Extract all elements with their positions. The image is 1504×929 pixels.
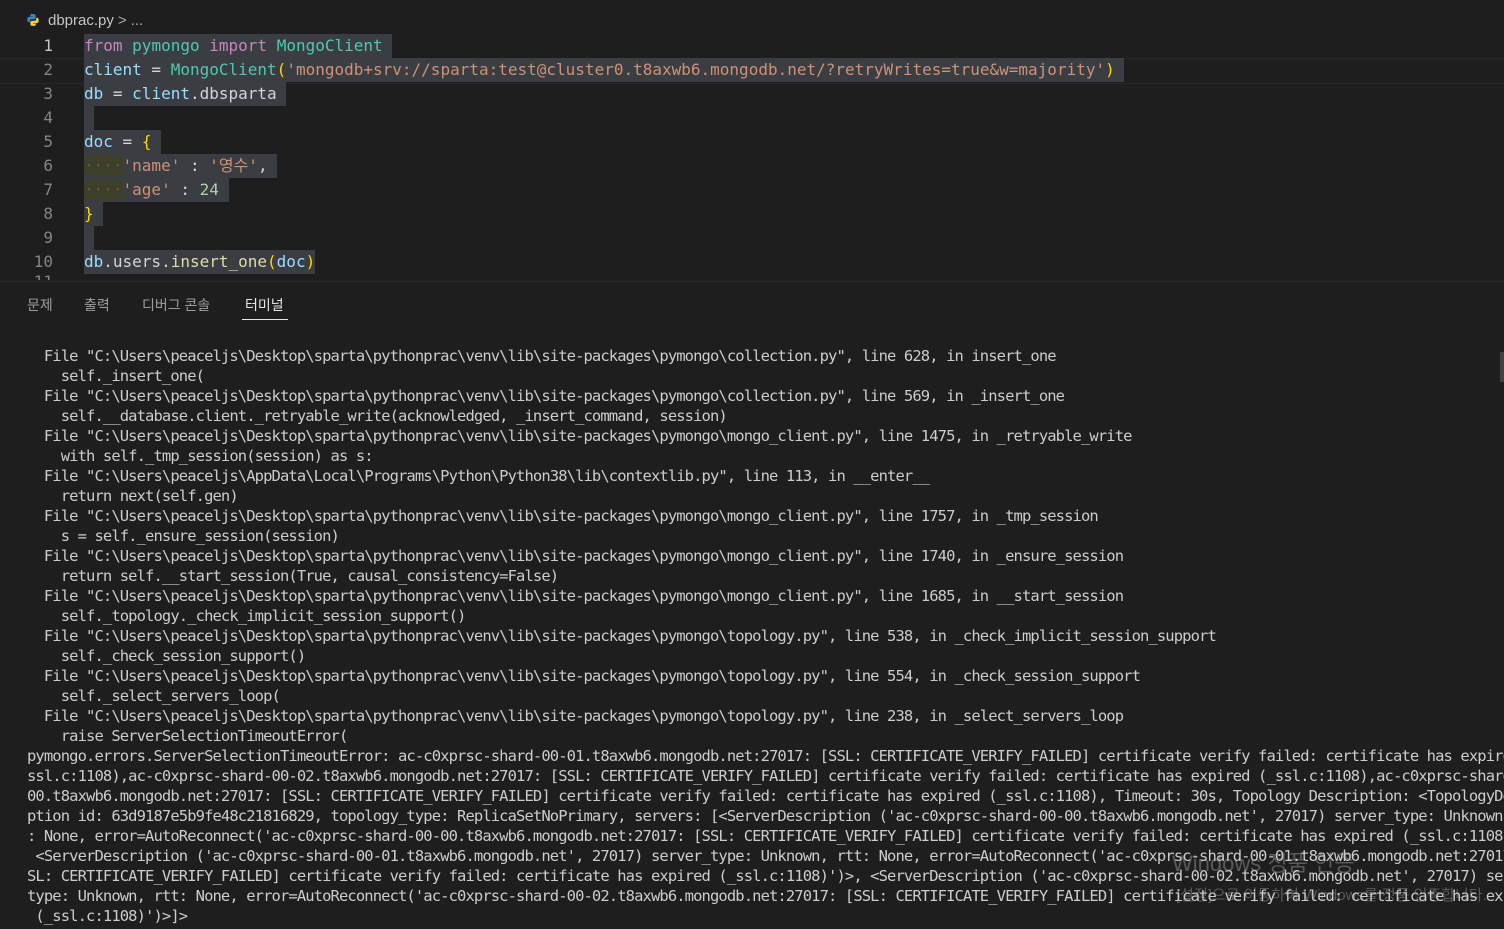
terminal-line: : None, error=AutoReconnect('ac-c0xprsc-… xyxy=(27,827,1504,845)
terminal-line: return self.__start_session(True, causal… xyxy=(27,567,559,585)
line-number: 2 xyxy=(43,60,53,79)
line-number: 6 xyxy=(43,156,53,175)
indent-guide: ···· xyxy=(84,156,123,175)
code-line-7[interactable]: 7 ····'age' : 24 xyxy=(0,178,1504,202)
tab-debug-console[interactable]: 디버그 콘솔 xyxy=(142,295,210,315)
terminal-line: self._topology._check_implicit_session_s… xyxy=(27,607,467,625)
keyword: from xyxy=(84,36,123,55)
line-number: 5 xyxy=(43,132,53,151)
code-line-11: 11 xyxy=(0,274,1504,280)
terminal-line: File "C:\Users\peaceljs\Desktop\sparta\p… xyxy=(27,347,1057,365)
line-number: 3 xyxy=(43,84,53,103)
python-file-icon xyxy=(27,14,39,26)
activation-watermark-subtitle: [설정]으로 이동하여 Windows를 정품 인증합니다. xyxy=(1176,887,1487,904)
module-name: pymongo xyxy=(132,36,200,55)
terminal-line: ssl.c:1108),ac-c0xprsc-shard-00-02.t8axw… xyxy=(27,767,1504,785)
terminal-line: File "C:\Users\peaceljs\Desktop\sparta\p… xyxy=(27,587,1124,605)
terminal-line: ption id: 63d9187e5b9fe48c21816829, topo… xyxy=(27,807,1504,825)
line-number: 9 xyxy=(43,228,53,247)
activation-watermark-title: Windows 정품 인증 xyxy=(1172,851,1355,876)
terminal-scrollbar[interactable] xyxy=(1500,352,1504,382)
tab-problems[interactable]: 문제 xyxy=(27,295,53,315)
line-number: 11 xyxy=(0,274,53,280)
chevron-right-icon: > xyxy=(117,11,127,29)
code-line-4[interactable]: 4 xyxy=(0,106,1504,130)
code-line-6[interactable]: 6 ····'name' : '영수', xyxy=(0,154,1504,178)
terminal-output[interactable]: File "C:\Users\peaceljs\Desktop\sparta\p… xyxy=(27,346,1504,926)
class-name: MongoClient xyxy=(276,36,383,55)
code-line-3[interactable]: 3 db = client.dbsparta xyxy=(0,82,1504,106)
keyword: import xyxy=(209,36,268,55)
terminal-line: (_ssl.c:1108)')>]> xyxy=(27,907,188,925)
tab-output[interactable]: 출력 xyxy=(84,295,110,315)
terminal-line: File "C:\Users\peaceljs\Desktop\sparta\p… xyxy=(27,507,1099,525)
terminal-line: pymongo.errors.ServerSelectionTimeoutErr… xyxy=(27,747,1504,765)
breadcrumb-file[interactable]: dbprac.py xyxy=(48,12,114,29)
terminal-line: File "C:\Users\peaceljs\Desktop\sparta\p… xyxy=(27,547,1124,565)
active-tab-indicator xyxy=(242,319,288,320)
indent-guide: ···· xyxy=(84,180,123,199)
line-number: 4 xyxy=(43,108,53,127)
code-line-9[interactable]: 9 xyxy=(0,226,1504,250)
terminal-line: File "C:\Users\peaceljs\AppData\Local\Pr… xyxy=(27,467,930,485)
function-call: insert_one xyxy=(170,252,268,271)
terminal-line: File "C:\Users\peaceljs\Desktop\sparta\p… xyxy=(27,707,1124,725)
terminal-line: self._insert_one( xyxy=(27,367,205,385)
code-line-5[interactable]: 5 doc = { xyxy=(0,130,1504,154)
line-number: 10 xyxy=(33,252,53,271)
connection-string: 'mongodb+srv://sparta:test@cluster0.t8ax… xyxy=(286,60,1106,79)
terminal-line: File "C:\Users\peaceljs\Desktop\sparta\p… xyxy=(27,667,1141,685)
terminal-line: 00.t8axwb6.mongodb.net:27017: [SSL: CERT… xyxy=(27,787,1504,805)
code-editor[interactable]: 1 from pymongo import MongoClient 2 clie… xyxy=(0,34,1504,280)
breadcrumb-more[interactable]: ... xyxy=(131,12,144,29)
terminal-line: s = self._ensure_session(session) xyxy=(27,527,340,545)
terminal-line: return next(self.gen) xyxy=(27,487,239,505)
terminal-line: raise ServerSelectionTimeoutError( xyxy=(27,727,349,745)
terminal-line: File "C:\Users\peaceljs\Desktop\sparta\p… xyxy=(27,387,1065,405)
panel-tabs: 문제 출력 디버그 콘솔 터미널 xyxy=(0,282,1504,322)
code-line-8[interactable]: 8 } xyxy=(0,202,1504,226)
line-number: 8 xyxy=(43,204,53,223)
breadcrumb: dbprac.py > ... xyxy=(0,8,1504,32)
tab-terminal[interactable]: 터미널 xyxy=(245,295,284,315)
code-line-1[interactable]: 1 from pymongo import MongoClient xyxy=(0,34,1504,58)
code-line-10[interactable]: 10 db.users.insert_one(doc) xyxy=(0,250,1504,274)
bottom-panel: 문제 출력 디버그 콘솔 터미널 File "C:\Users\peaceljs… xyxy=(0,281,1504,929)
terminal-line: with self._tmp_session(session) as s: xyxy=(27,447,374,465)
code-line-2[interactable]: 2 client = MongoClient('mongodb+srv://sp… xyxy=(0,58,1504,82)
terminal-line: self._check_session_support() xyxy=(27,647,306,665)
line-number: 7 xyxy=(43,180,53,199)
terminal-line: File "C:\Users\peaceljs\Desktop\sparta\p… xyxy=(27,427,1133,445)
terminal-line: File "C:\Users\peaceljs\Desktop\sparta\p… xyxy=(27,627,1217,645)
terminal-line: self.__database.client._retryable_write(… xyxy=(27,407,728,425)
terminal-line: self._select_servers_loop( xyxy=(27,687,281,705)
line-number: 1 xyxy=(43,36,53,55)
